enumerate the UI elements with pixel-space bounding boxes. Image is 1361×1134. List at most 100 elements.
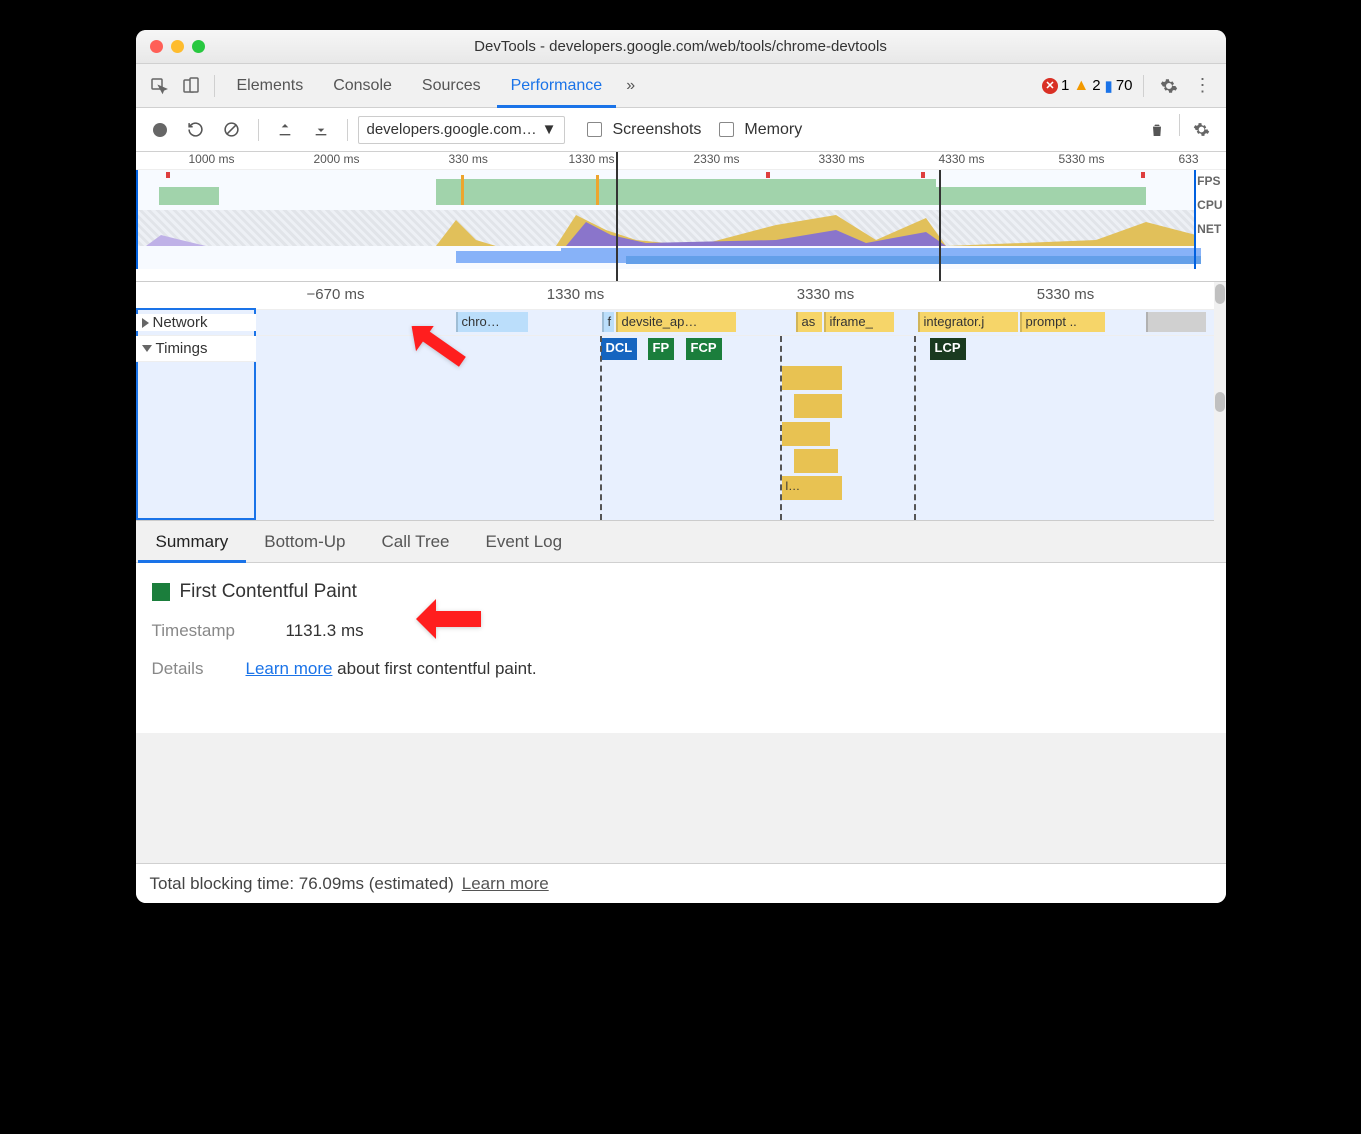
errors-badge[interactable]: ✕ 1 [1042, 77, 1069, 94]
ruler-tick-label: 2000 ms [314, 152, 360, 166]
checkbox-box-icon [587, 122, 602, 137]
divider [1179, 114, 1180, 136]
ruler-tick-label: 3330 ms [797, 286, 855, 303]
close-window-button[interactable] [150, 40, 163, 53]
lcp-marker[interactable]: LCP [930, 338, 966, 360]
network-request-block[interactable] [1146, 312, 1206, 332]
memory-label: Memory [744, 121, 802, 139]
ruler-tick-label: 633 [1179, 152, 1199, 166]
recording-select-label: developers.google.com… [367, 121, 537, 138]
divider [347, 119, 348, 141]
scrollbar-thumb[interactable] [1215, 284, 1225, 304]
inspect-element-icon[interactable] [144, 71, 174, 101]
task-block[interactable]: l… [782, 476, 842, 500]
load-profile-icon[interactable] [269, 114, 301, 146]
divider [1143, 75, 1144, 97]
warnings-count: 2 [1092, 77, 1100, 94]
minimize-window-button[interactable] [171, 40, 184, 53]
ruler-tick-label: 1330 ms [547, 286, 605, 303]
network-request-block[interactable]: iframe_ [824, 312, 894, 332]
marker-line [914, 336, 916, 520]
event-color-swatch [152, 583, 170, 601]
ruler-tick-label: 1330 ms [569, 152, 615, 166]
ruler-tick-label: 5330 ms [1059, 152, 1105, 166]
marker-line [600, 336, 602, 520]
divider [258, 119, 259, 141]
learn-more-link[interactable]: Learn more [462, 874, 549, 894]
overview-ruler: 1000 ms 2000 ms 330 ms 1330 ms 2330 ms 3… [136, 152, 1226, 170]
network-track[interactable]: Network chro… f devsite_ap… as iframe_ i… [136, 310, 1226, 336]
error-icon: ✕ [1042, 78, 1058, 94]
details-key: Details [152, 659, 222, 679]
tab-sources[interactable]: Sources [408, 64, 495, 108]
ruler-tick-label: 1000 ms [189, 152, 235, 166]
clear-button[interactable] [216, 114, 248, 146]
expand-right-icon [142, 318, 149, 328]
warnings-badge[interactable]: ▲ 2 [1073, 77, 1100, 95]
info-badge[interactable]: ▮ 70 [1105, 77, 1133, 95]
tab-overflow[interactable]: » [618, 64, 643, 108]
tab-summary[interactable]: Summary [138, 521, 247, 563]
learn-more-link[interactable]: Learn more [246, 659, 333, 678]
fcp-marker[interactable]: FCP [686, 338, 722, 360]
reload-record-button[interactable] [180, 114, 212, 146]
network-request-block[interactable]: prompt .. [1020, 312, 1105, 332]
network-request-block[interactable]: as [796, 312, 822, 332]
network-request-block[interactable]: f [602, 312, 614, 332]
overview-panel[interactable]: 1000 ms 2000 ms 330 ms 1330 ms 2330 ms 3… [136, 152, 1226, 282]
task-block[interactable] [794, 394, 842, 418]
tab-console[interactable]: Console [319, 64, 406, 108]
zoom-window-button[interactable] [192, 40, 205, 53]
tab-elements[interactable]: Elements [223, 64, 318, 108]
flamechart-panel[interactable]: −670 ms 1330 ms 3330 ms 5330 ms Network … [136, 282, 1226, 521]
tab-event-log[interactable]: Event Log [468, 521, 581, 563]
info-count: 70 [1116, 77, 1133, 94]
fp-marker[interactable]: FP [648, 338, 675, 360]
fps-lane-label: FPS [1197, 174, 1222, 188]
network-request-block[interactable]: integrator.j [918, 312, 1018, 332]
dcl-marker[interactable]: DCL [601, 338, 638, 360]
screenshots-label: Screenshots [612, 121, 701, 139]
tab-bottom-up[interactable]: Bottom-Up [246, 521, 363, 563]
details-suffix: about first contentful paint. [332, 659, 536, 678]
divider [214, 75, 215, 97]
total-blocking-time: Total blocking time: 76.09ms (estimated) [150, 874, 454, 894]
timestamp-row: Timestamp 1131.3 ms [152, 621, 1210, 641]
overview-selection[interactable] [136, 170, 1196, 269]
timings-track[interactable]: Timings DCL FP FCP LCP l… [136, 336, 1226, 521]
cpu-lane-label: CPU [1197, 198, 1222, 212]
footer-bar: Total blocking time: 76.09ms (estimated)… [136, 863, 1226, 903]
delete-icon[interactable] [1141, 114, 1173, 146]
summary-panel: First Contentful Paint Timestamp 1131.3 … [136, 563, 1226, 733]
timings-track-label: Timings [136, 336, 256, 362]
summary-title: First Contentful Paint [152, 581, 1210, 603]
network-track-label: Network [136, 314, 256, 331]
tab-performance[interactable]: Performance [497, 64, 617, 108]
screenshots-checkbox[interactable]: Screenshots [587, 121, 701, 139]
traffic-lights [136, 40, 205, 53]
status-cluster: ✕ 1 ▲ 2 ▮ 70 ⋮ [1042, 71, 1217, 101]
recording-select[interactable]: developers.google.com… ▼ [358, 116, 566, 144]
task-block[interactable] [782, 366, 842, 390]
scrollbar-thumb[interactable] [1215, 392, 1225, 412]
record-button[interactable] [144, 114, 176, 146]
ruler-tick-label: −670 ms [307, 286, 365, 303]
flamechart-scrollbar[interactable] [1214, 282, 1226, 521]
task-block[interactable] [782, 422, 830, 446]
details-tab-bar: Summary Bottom-Up Call Tree Event Log [136, 521, 1226, 563]
ruler-tick-label: 3330 ms [819, 152, 865, 166]
task-block[interactable] [794, 449, 838, 473]
tab-call-tree[interactable]: Call Tree [363, 521, 467, 563]
window-titlebar: DevTools - developers.google.com/web/too… [136, 30, 1226, 64]
marker-line [780, 336, 782, 520]
expand-down-icon [142, 345, 152, 352]
capture-settings-gear-icon[interactable] [1186, 114, 1218, 146]
ruler-tick-label: 4330 ms [939, 152, 985, 166]
save-profile-icon[interactable] [305, 114, 337, 146]
timestamp-value: 1131.3 ms [286, 621, 364, 641]
memory-checkbox[interactable]: Memory [719, 121, 802, 139]
network-request-block[interactable]: devsite_ap… [616, 312, 736, 332]
toggle-device-toolbar-icon[interactable] [176, 71, 206, 101]
settings-gear-icon[interactable] [1154, 71, 1184, 101]
more-menu-icon[interactable]: ⋮ [1188, 71, 1218, 101]
